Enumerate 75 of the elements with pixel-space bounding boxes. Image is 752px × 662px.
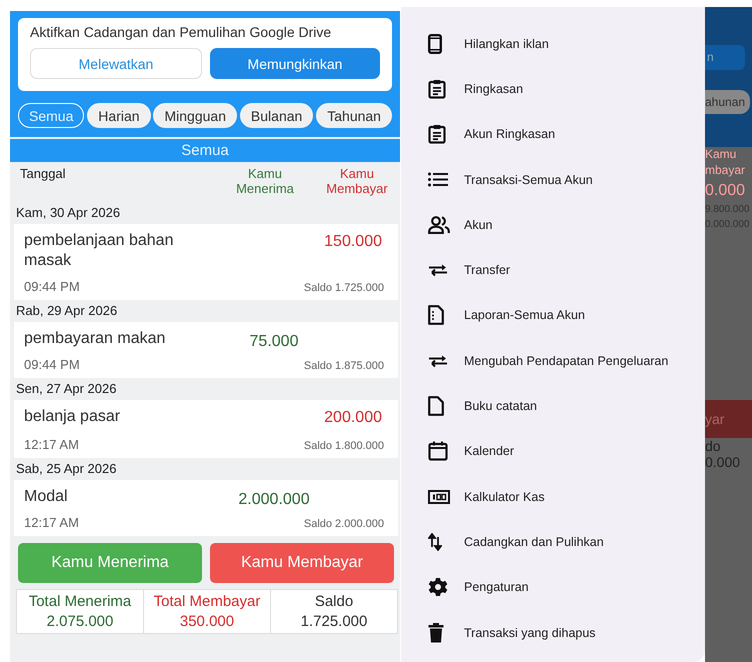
period-chip[interactable]: Mingguan xyxy=(153,103,237,128)
transaction-description: pembayaran makan xyxy=(24,329,166,349)
drawer-item[interactable]: Akun Ringkasan xyxy=(401,112,705,157)
background-text: 0.000 xyxy=(705,454,742,470)
people-icon xyxy=(428,216,450,234)
transaction-amount: 75.000 xyxy=(248,332,300,352)
settings-icon xyxy=(428,577,448,598)
background-text: n xyxy=(705,45,745,70)
balance-text: Saldo 1.725.000 xyxy=(304,282,384,294)
total-value: 1.725.000 xyxy=(300,613,368,630)
balance-text: Saldo 2.000.000 xyxy=(304,518,384,530)
period-chip[interactable]: Bulanan xyxy=(240,103,314,128)
date-header: Rab, 29 Apr 2026 xyxy=(15,302,118,320)
drawer-item[interactable]: Transaksi-Semua Akun xyxy=(401,156,705,202)
transaction-time: 12:17 AM xyxy=(24,437,79,452)
transaction-time: 09:44 PM xyxy=(24,357,80,372)
column-header: Kamu Menerima xyxy=(235,166,295,198)
document-icon xyxy=(428,396,444,416)
date-header: Sab, 25 Apr 2026 xyxy=(15,460,118,478)
transaction-card[interactable]: pembayaran makan 75.000 09:44 PM Saldo 1.875.000 xyxy=(14,322,398,378)
prompt-message: Aktifkan Cadangan dan Pemulihan Google Drive xyxy=(30,24,332,40)
transaction-amount: 200.000 xyxy=(324,408,382,428)
drawer-item[interactable]: Cadangkan dan Pulihkan xyxy=(401,519,705,565)
background-text: 0.000 xyxy=(705,182,746,200)
transaction-time: 09:44 PM xyxy=(24,279,80,294)
period-chip[interactable]: Tahunan xyxy=(316,103,392,128)
drawer-item[interactable]: Ringkasan xyxy=(401,66,705,112)
clipboard-icon xyxy=(428,124,446,144)
report-icon xyxy=(428,305,444,326)
drawer-item[interactable]: Kalender xyxy=(401,428,705,474)
trash-icon xyxy=(428,622,444,642)
drawer-item[interactable]: Transfer xyxy=(401,247,705,293)
column-header: Tanggal xyxy=(20,166,67,183)
background-text: yar xyxy=(705,400,752,438)
transaction-card[interactable]: pembelanjaan bahan masak 150.000 09:44 PM Saldo 1.725.000 xyxy=(14,224,398,300)
up-down-arrows-icon xyxy=(428,532,442,551)
swap-arrows-icon xyxy=(428,263,448,278)
total-value: 350.000 xyxy=(180,613,234,630)
background-text: Kamu mbayar xyxy=(705,146,745,178)
transaction-description: belanja pasar xyxy=(24,407,122,427)
total-value: 2.075.000 xyxy=(46,613,114,630)
transaction-amount: 150.000 xyxy=(324,232,382,252)
transaction-description: pembelanjaan bahan masak xyxy=(24,231,174,271)
total-label: Total Membayar xyxy=(154,593,260,610)
total-label: Saldo xyxy=(314,593,354,610)
clipboard-icon xyxy=(428,78,446,99)
enable-button[interactable]: Memungkinkan xyxy=(210,48,380,79)
drawer-item[interactable]: Transaksi yang dihapus xyxy=(401,610,705,656)
background-text: ahunan xyxy=(705,90,750,114)
date-header: Kam, 30 Apr 2026 xyxy=(15,204,122,222)
transaction-card[interactable]: Modal 2.000.000 12:17 AM Saldo 2.000.000 xyxy=(14,480,398,536)
total-label: Total Menerima xyxy=(28,593,132,610)
calendar-icon xyxy=(428,441,448,462)
background-text: do xyxy=(705,438,722,454)
transaction-card[interactable]: belanja pasar 200.000 12:17 AM Saldo 1.800.000 xyxy=(14,400,398,458)
drawer-item[interactable]: Laporan-Semua Akun xyxy=(401,292,705,338)
drawer-item[interactable]: Buku catatan xyxy=(401,383,705,429)
swap-arrows-icon xyxy=(428,354,448,368)
drawer-item[interactable]: Mengubah Pendapatan Pengeluaran xyxy=(401,338,705,384)
drawer-item[interactable]: Akun xyxy=(401,202,705,248)
drawer-item[interactable]: Kalkulator Kas xyxy=(401,474,705,520)
transaction-description: Modal xyxy=(24,487,69,507)
date-header: Sen, 27 Apr 2026 xyxy=(15,380,118,398)
drawer-item[interactable]: Hilangkan iklan xyxy=(401,21,705,66)
transaction-time: 12:17 AM xyxy=(24,515,79,530)
drawer-item[interactable]: Pengaturan xyxy=(401,564,705,610)
list-icon xyxy=(428,172,448,188)
list-title-bar: Semua xyxy=(10,139,400,162)
banknote-icon xyxy=(428,490,450,504)
period-chip[interactable]: Harian xyxy=(87,103,151,128)
column-header: Kamu Membayar xyxy=(325,166,389,198)
balance-text: Saldo 1.875.000 xyxy=(304,360,384,372)
phone-icon xyxy=(428,34,442,54)
balance-text: Saldo 1.800.000 xyxy=(304,440,384,452)
transaction-amount: 2.000.000 xyxy=(237,490,311,510)
